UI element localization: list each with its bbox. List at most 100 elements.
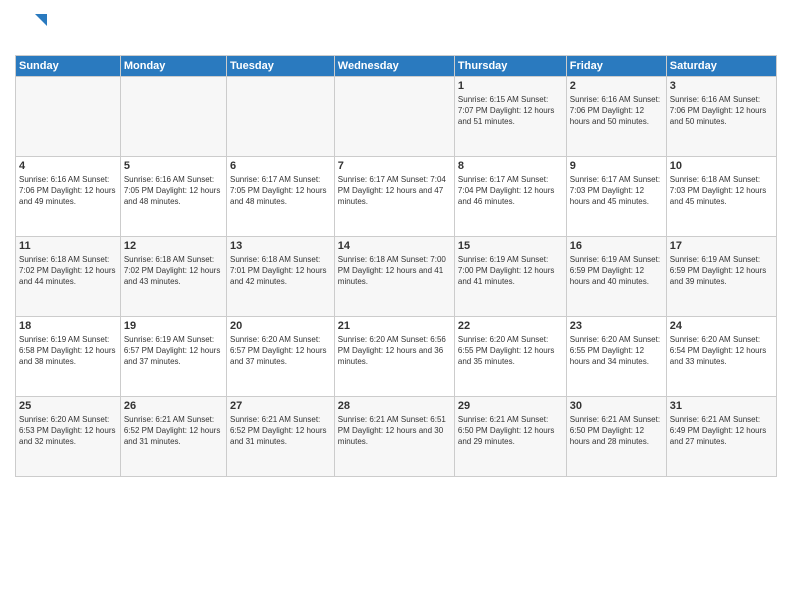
day-number: 29 [458,400,563,412]
day-cell: 13Sunrise: 6:18 AM Sunset: 7:01 PM Dayli… [227,237,335,317]
day-info: Sunrise: 6:21 AM Sunset: 6:50 PM Dayligh… [570,414,663,448]
day-info: Sunrise: 6:15 AM Sunset: 7:07 PM Dayligh… [458,94,563,128]
day-info: Sunrise: 6:18 AM Sunset: 7:00 PM Dayligh… [338,254,451,288]
day-cell [120,77,226,157]
day-number: 3 [670,80,773,92]
day-number: 24 [670,320,773,332]
header [15,10,777,47]
day-info: Sunrise: 6:18 AM Sunset: 7:03 PM Dayligh… [670,174,773,208]
day-cell: 8Sunrise: 6:17 AM Sunset: 7:04 PM Daylig… [454,157,566,237]
day-info: Sunrise: 6:21 AM Sunset: 6:51 PM Dayligh… [338,414,451,448]
day-cell: 31Sunrise: 6:21 AM Sunset: 6:49 PM Dayli… [666,397,776,477]
day-cell: 22 Sunrise: 6:20 AM Sunset: 6:55 PM Dayli… [454,317,566,397]
day-cell: 18 Sunrise: 6:19 AM Sunset: 6:58 PM Dayli… [16,317,121,397]
day-number: 5 [124,160,223,172]
day-info: Sunrise: 6:16 AM Sunset: 7:06 PM Dayligh… [19,174,117,208]
day-number: 14 [338,240,451,252]
header-cell-friday: Friday [566,56,666,77]
day-info: Sunrise: 6:21 AM Sunset: 6:52 PM Dayligh… [230,414,331,448]
day-cell: 14 Sunrise: 6:18 AM Sunset: 7:00 PM Dayli… [334,237,454,317]
day-number: 4 [19,160,117,172]
day-number: 28 [338,400,451,412]
day-info: Sunrise: 6:16 AM Sunset: 7:06 PM Dayligh… [570,94,663,128]
day-number: 25 [19,400,117,412]
day-cell: 6 Sunrise: 6:17 AM Sunset: 7:05 PM Daylig… [227,157,335,237]
day-info: Sunrise: 6:19 AM Sunset: 6:57 PM Dayligh… [124,334,223,368]
day-info: Sunrise: 6:21 AM Sunset: 6:49 PM Dayligh… [670,414,773,448]
day-info: Sunrise: 6:16 AM Sunset: 7:06 PM Dayligh… [670,94,773,128]
day-cell: 23Sunrise: 6:20 AM Sunset: 6:55 PM Dayli… [566,317,666,397]
day-cell: 12 Sunrise: 6:18 AM Sunset: 7:02 PM Dayli… [120,237,226,317]
day-cell [16,77,121,157]
day-info: Sunrise: 6:17 AM Sunset: 7:03 PM Dayligh… [570,174,663,208]
week-row-1: 1 Sunrise: 6:15 AM Sunset: 7:07 PM Daylig… [16,77,777,157]
header-row: SundayMondayTuesdayWednesdayThursdayFrid… [16,56,777,77]
day-number: 12 [124,240,223,252]
week-row-5: 25 Sunrise: 6:20 AM Sunset: 6:53 PM Dayli… [16,397,777,477]
day-number: 15 [458,240,563,252]
day-number: 23 [570,320,663,332]
week-row-3: 11 Sunrise: 6:18 AM Sunset: 7:02 PM Dayli… [16,237,777,317]
day-info: Sunrise: 6:19 AM Sunset: 6:59 PM Dayligh… [570,254,663,288]
day-cell: 27 Sunrise: 6:21 AM Sunset: 6:52 PM Dayli… [227,397,335,477]
day-number: 20 [230,320,331,332]
day-cell: 21 Sunrise: 6:20 AM Sunset: 6:56 PM Dayli… [334,317,454,397]
day-cell: 11 Sunrise: 6:18 AM Sunset: 7:02 PM Dayli… [16,237,121,317]
week-row-4: 18 Sunrise: 6:19 AM Sunset: 6:58 PM Dayli… [16,317,777,397]
day-number: 10 [670,160,773,172]
day-cell: 4 Sunrise: 6:16 AM Sunset: 7:06 PM Daylig… [16,157,121,237]
week-row-2: 4 Sunrise: 6:16 AM Sunset: 7:06 PM Daylig… [16,157,777,237]
day-cell: 15Sunrise: 6:19 AM Sunset: 7:00 PM Dayli… [454,237,566,317]
day-number: 2 [570,80,663,92]
day-info: Sunrise: 6:20 AM Sunset: 6:53 PM Dayligh… [19,414,117,448]
day-cell: 29 Sunrise: 6:21 AM Sunset: 6:50 PM Dayli… [454,397,566,477]
day-info: Sunrise: 6:18 AM Sunset: 7:02 PM Dayligh… [124,254,223,288]
day-number: 22 [458,320,563,332]
day-number: 1 [458,80,563,92]
header-cell-wednesday: Wednesday [334,56,454,77]
header-cell-sunday: Sunday [16,56,121,77]
day-info: Sunrise: 6:18 AM Sunset: 7:02 PM Dayligh… [19,254,117,288]
day-info: Sunrise: 6:16 AM Sunset: 7:05 PM Dayligh… [124,174,223,208]
day-info: Sunrise: 6:21 AM Sunset: 6:52 PM Dayligh… [124,414,223,448]
day-info: Sunrise: 6:20 AM Sunset: 6:55 PM Dayligh… [458,334,563,368]
day-number: 26 [124,400,223,412]
day-number: 8 [458,160,563,172]
day-number: 11 [19,240,117,252]
day-cell: 10 Sunrise: 6:18 AM Sunset: 7:03 PM Dayli… [666,157,776,237]
day-number: 27 [230,400,331,412]
header-cell-saturday: Saturday [666,56,776,77]
day-cell: 16 Sunrise: 6:19 AM Sunset: 6:59 PM Dayli… [566,237,666,317]
day-cell: 1 Sunrise: 6:15 AM Sunset: 7:07 PM Daylig… [454,77,566,157]
day-number: 30 [570,400,663,412]
logo [15,10,47,47]
day-info: Sunrise: 6:17 AM Sunset: 7:04 PM Dayligh… [338,174,451,208]
day-cell: 20Sunrise: 6:20 AM Sunset: 6:57 PM Dayli… [227,317,335,397]
header-cell-tuesday: Tuesday [227,56,335,77]
day-cell [227,77,335,157]
day-info: Sunrise: 6:20 AM Sunset: 6:54 PM Dayligh… [670,334,773,368]
day-number: 19 [124,320,223,332]
logo-icon [15,10,47,42]
day-cell: 24 Sunrise: 6:20 AM Sunset: 6:54 PM Dayli… [666,317,776,397]
day-cell: 25 Sunrise: 6:20 AM Sunset: 6:53 PM Dayli… [16,397,121,477]
day-cell: 5 Sunrise: 6:16 AM Sunset: 7:05 PM Daylig… [120,157,226,237]
day-number: 18 [19,320,117,332]
day-cell: 28 Sunrise: 6:21 AM Sunset: 6:51 PM Dayli… [334,397,454,477]
day-info: Sunrise: 6:17 AM Sunset: 7:05 PM Dayligh… [230,174,331,208]
header-cell-thursday: Thursday [454,56,566,77]
day-cell [334,77,454,157]
calendar-table: SundayMondayTuesdayWednesdayThursdayFrid… [15,55,777,477]
day-number: 21 [338,320,451,332]
day-number: 9 [570,160,663,172]
day-info: Sunrise: 6:20 AM Sunset: 6:56 PM Dayligh… [338,334,451,368]
day-number: 6 [230,160,331,172]
day-number: 16 [570,240,663,252]
page: SundayMondayTuesdayWednesdayThursdayFrid… [0,0,792,612]
day-info: Sunrise: 6:19 AM Sunset: 6:58 PM Dayligh… [19,334,117,368]
day-cell: 17Sunrise: 6:19 AM Sunset: 6:59 PM Dayli… [666,237,776,317]
day-number: 7 [338,160,451,172]
day-cell: 26 Sunrise: 6:21 AM Sunset: 6:52 PM Dayli… [120,397,226,477]
day-info: Sunrise: 6:21 AM Sunset: 6:50 PM Dayligh… [458,414,563,448]
day-cell: 30 Sunrise: 6:21 AM Sunset: 6:50 PM Dayli… [566,397,666,477]
